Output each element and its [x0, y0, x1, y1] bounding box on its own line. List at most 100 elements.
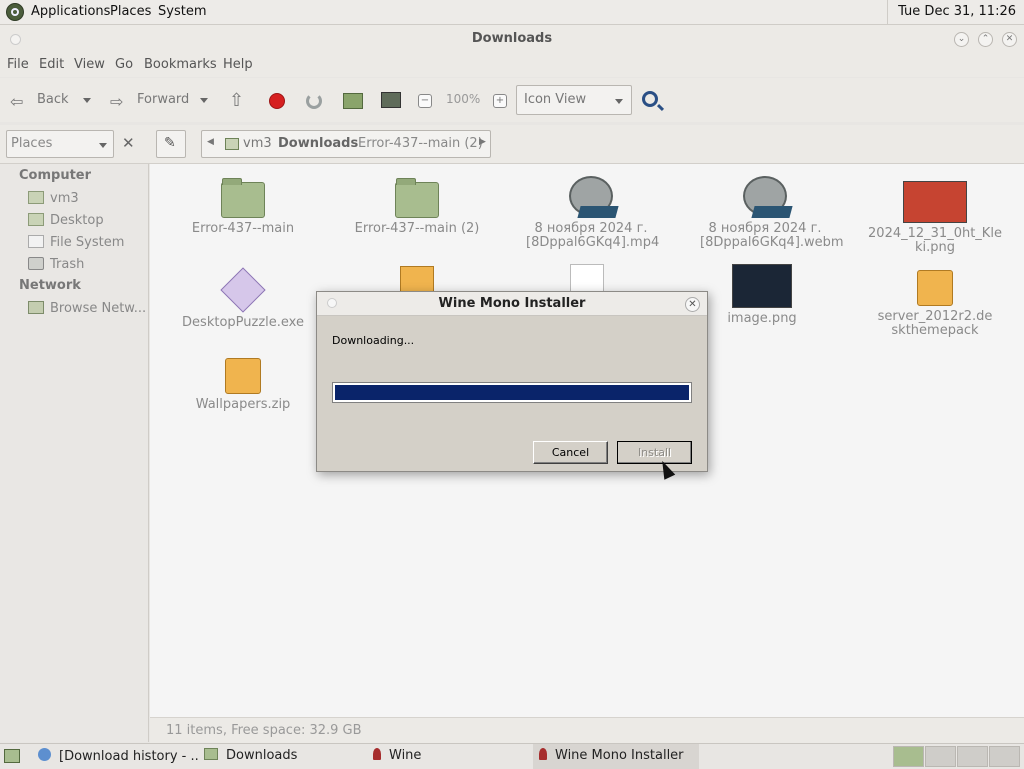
chevron-down-icon: [99, 143, 107, 148]
top-panel: Applications Places System Tue Dec 31, 1…: [0, 0, 1024, 25]
minimize-button[interactable]: ⌄: [954, 32, 969, 47]
forward-arrow-icon[interactable]: ⇨: [110, 92, 123, 111]
file-name: DesktopPuzzle.exe: [182, 315, 304, 330]
file-name: 8 ноября 2024 г. [8Dppal6GKq4].webm: [700, 221, 844, 250]
file-name: 8 ноября 2024 г. [8Dppal6GKq4].mp4: [526, 221, 660, 250]
sidebar-item-browse-network[interactable]: Browse Netw...: [28, 301, 146, 316]
workspace-4[interactable]: [989, 746, 1020, 767]
distro-logo-icon[interactable]: [6, 3, 24, 21]
back-history-dropdown[interactable]: [83, 98, 91, 103]
dialog-titlebar[interactable]: Wine Mono Installer ✕: [317, 292, 707, 316]
clock[interactable]: Tue Dec 31, 11:26: [887, 0, 1024, 24]
places-menu[interactable]: Places: [110, 4, 151, 19]
sidebar-item-desktop[interactable]: Desktop: [28, 213, 104, 228]
file-name: Wallpapers.zip: [195, 397, 291, 412]
sidebar-item-label: vm3: [50, 191, 79, 206]
image-thumbnail: [903, 181, 967, 223]
file-item[interactable]: DesktopPuzzle.exe: [158, 267, 328, 330]
menu-go[interactable]: Go: [115, 57, 133, 72]
side-pane-value: Places: [11, 136, 53, 151]
download-progress-bar: [332, 382, 692, 403]
computer-icon[interactable]: [381, 92, 401, 108]
system-menu[interactable]: System: [158, 4, 206, 19]
path-scroll-left-icon[interactable]: ◀: [207, 137, 214, 147]
menu-file[interactable]: File: [7, 57, 29, 72]
sidebar-item-trash[interactable]: Trash: [28, 257, 84, 272]
sidebar-item-vm3[interactable]: vm3: [28, 191, 79, 206]
file-item[interactable]: Wallpapers.zip: [158, 358, 328, 412]
menu-view[interactable]: View: [74, 57, 105, 72]
up-arrow-icon[interactable]: ⇧: [229, 90, 244, 111]
side-pane-select[interactable]: Places: [6, 130, 114, 158]
wine-mono-installer-dialog: Wine Mono Installer ✕ Downloading... Can…: [316, 291, 708, 472]
workspace-3[interactable]: [957, 746, 988, 767]
close-pane-icon[interactable]: ✕: [122, 134, 135, 152]
file-item[interactable]: Error-437--main: [158, 178, 328, 236]
folder-icon: [204, 748, 218, 760]
drive-icon: [28, 235, 44, 248]
sidebar-item-label: Browse Netw...: [50, 301, 147, 316]
file-name: Error-437--main: [191, 221, 295, 236]
back-button[interactable]: Back: [37, 92, 69, 107]
file-item[interactable]: 2024_12_31_0ht_Kleki.png: [850, 181, 1020, 255]
menu-bookmarks[interactable]: Bookmarks: [144, 57, 217, 72]
file-item[interactable]: Error-437--main (2): [332, 178, 502, 236]
maximize-button[interactable]: ⌃: [978, 32, 993, 47]
document-icon: [570, 264, 604, 294]
window-titlebar[interactable]: Downloads ⌄ ⌃ ✕: [0, 25, 1024, 53]
sidebar-item-label: Trash: [50, 257, 85, 272]
status-text: 11 items, Free space: 32.9 GB: [166, 723, 362, 738]
network-icon: [28, 301, 44, 314]
search-icon[interactable]: [642, 91, 658, 107]
workspace-1[interactable]: [893, 746, 924, 767]
image-thumbnail: [732, 264, 792, 308]
workspace-2[interactable]: [925, 746, 956, 767]
task-downloads[interactable]: Downloads: [204, 744, 364, 769]
home-folder-icon: [28, 191, 44, 204]
folder-icon: [221, 178, 265, 218]
dialog-close-button[interactable]: ✕: [685, 297, 700, 312]
show-desktop-icon[interactable]: [4, 749, 20, 763]
forward-button[interactable]: Forward: [137, 92, 189, 107]
task-label: Downloads: [226, 748, 298, 763]
forward-history-dropdown[interactable]: [200, 98, 208, 103]
trash-icon: [28, 257, 44, 270]
path-segment-error-437-main-2[interactable]: Error-437--main (2): [358, 131, 483, 156]
desktop-folder-icon: [28, 213, 44, 226]
sidebar-item-label: File System: [50, 235, 125, 250]
zoom-in-icon[interactable]: +: [493, 94, 507, 108]
file-name: Error-437--main (2): [354, 221, 480, 236]
edit-location-icon: ✎: [164, 135, 176, 151]
task-wine-mono-installer[interactable]: Wine Mono Installer: [533, 744, 699, 769]
reload-icon[interactable]: [306, 93, 322, 109]
path-segment-vm3[interactable]: vm3: [243, 131, 272, 156]
status-bar: 11 items, Free space: 32.9 GB: [150, 717, 1024, 743]
stop-icon[interactable]: [269, 93, 285, 109]
home-icon[interactable]: [343, 93, 363, 109]
executable-icon: [220, 267, 266, 313]
task-download-history[interactable]: [Download history - ...: [38, 744, 198, 769]
view-mode-select[interactable]: Icon View: [516, 85, 632, 115]
close-window-button[interactable]: ✕: [1002, 32, 1017, 47]
cancel-button[interactable]: Cancel: [533, 441, 608, 464]
toggle-location-button[interactable]: ✎: [156, 130, 186, 158]
menu-help[interactable]: Help: [223, 57, 253, 72]
file-item[interactable]: 8 ноября 2024 г. [8Dppal6GKq4].webm: [680, 176, 850, 250]
path-segment-downloads[interactable]: Downloads: [278, 131, 358, 156]
wine-icon: [539, 748, 547, 760]
file-item[interactable]: server_2012r2.deskthemepack: [850, 270, 1020, 338]
path-scroll-right-icon[interactable]: ▶: [479, 137, 486, 147]
zoom-out-icon[interactable]: −: [418, 94, 432, 108]
sidebar-item-file-system[interactable]: File System: [28, 235, 124, 250]
folder-icon: [395, 178, 439, 218]
install-button[interactable]: Install: [617, 441, 692, 464]
task-wine[interactable]: Wine: [370, 744, 530, 769]
file-item[interactable]: 8 ноября 2024 г. [8Dppal6GKq4].mp4: [506, 176, 676, 250]
task-label: Wine: [389, 748, 422, 763]
applications-menu[interactable]: Applications: [31, 4, 110, 19]
video-icon: [743, 176, 787, 216]
back-arrow-icon[interactable]: ⇦: [10, 92, 23, 111]
view-mode-value: Icon View: [524, 92, 587, 107]
menu-edit[interactable]: Edit: [39, 57, 64, 72]
task-label: Wine Mono Installer: [555, 748, 684, 763]
